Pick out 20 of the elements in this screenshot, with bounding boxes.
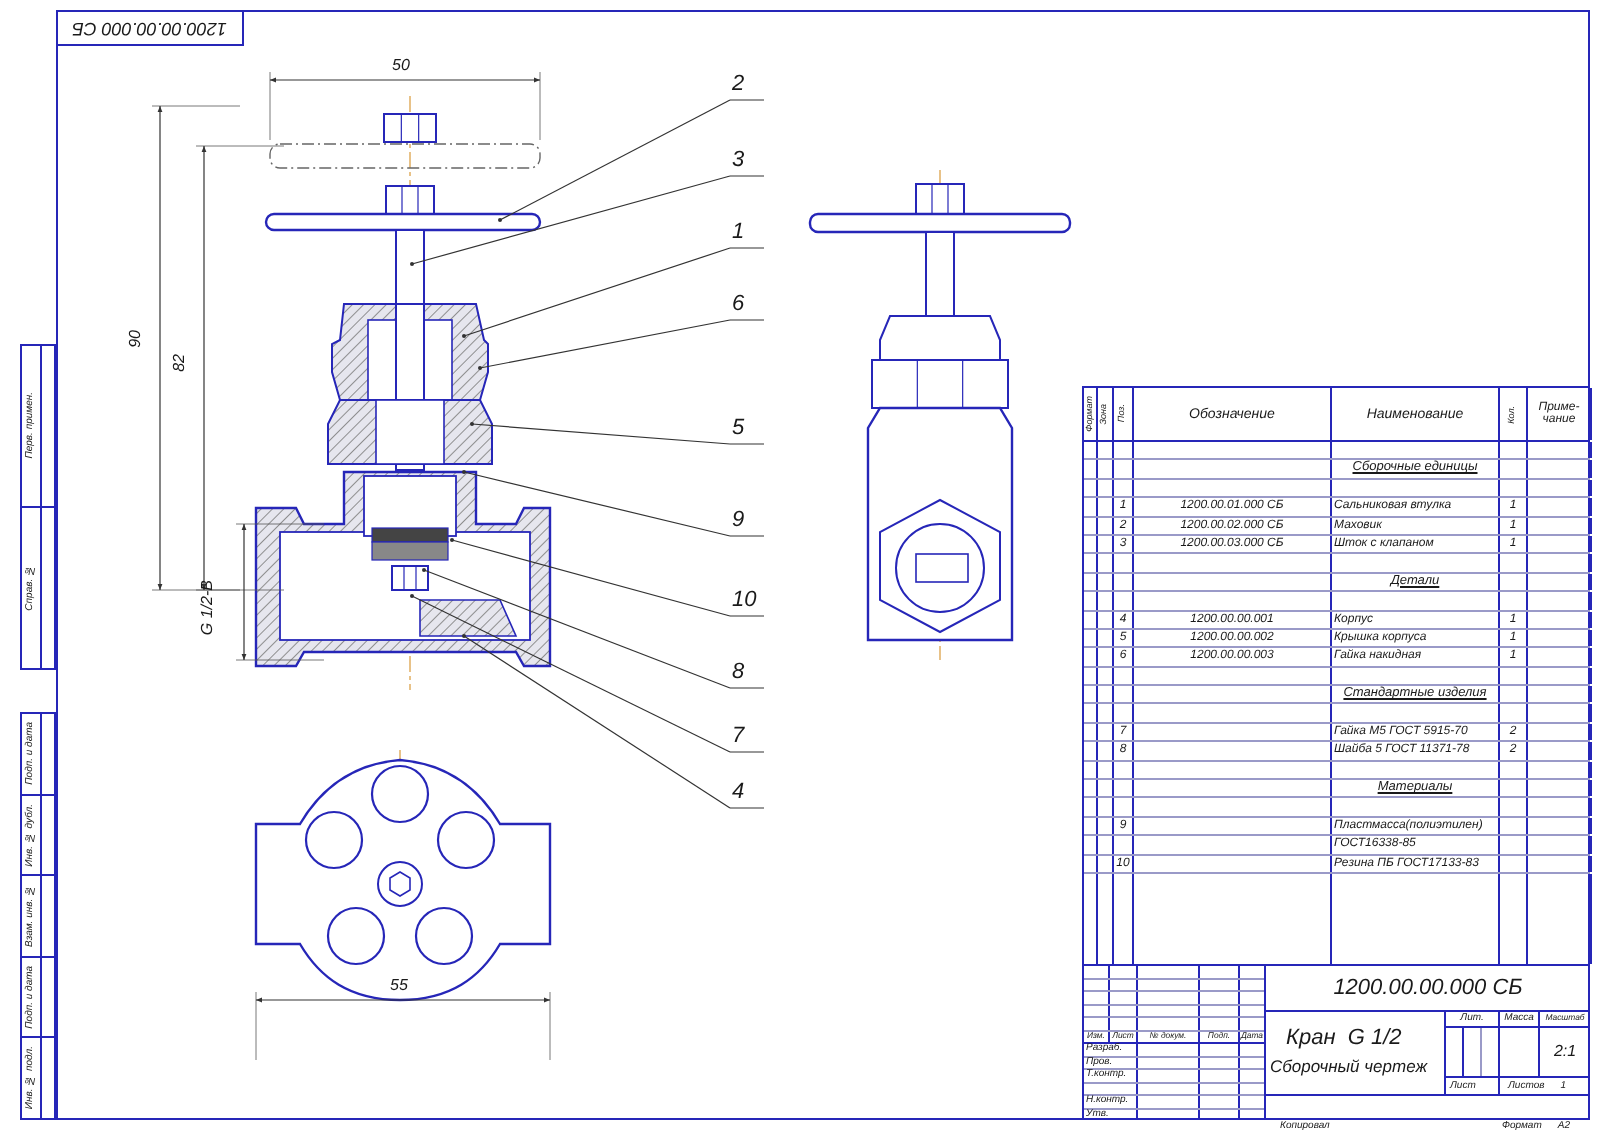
- callout-number: 3: [732, 150, 745, 172]
- callout-number: 9: [732, 510, 745, 532]
- dimension-value: G 1/2-В: [200, 580, 216, 636]
- callout-number: 10: [732, 590, 757, 612]
- callout-number: 6: [732, 294, 745, 316]
- stamp-number: 1200.00.00.000 СБ: [72, 17, 228, 42]
- callout-number: 2: [732, 74, 745, 96]
- dimension-value: 90: [128, 330, 144, 348]
- callout-number: 8: [732, 662, 745, 684]
- drawing-number: 1200.00.00.000 СБ: [1333, 977, 1523, 999]
- drawing-title: Кран G 1/2: [1286, 1028, 1404, 1050]
- callout-number: 7: [732, 726, 745, 748]
- dimension-value: 82: [172, 354, 188, 372]
- callout-number: 5: [732, 418, 745, 440]
- scale-value: 2:1: [1553, 1044, 1577, 1060]
- dimension-value: 50: [392, 58, 410, 74]
- callout-number: 1: [732, 222, 745, 244]
- drawing-subtitle: Сборочный чертеж: [1270, 1056, 1430, 1078]
- dimension-value: 55: [390, 978, 408, 994]
- callout-number: 4: [732, 782, 745, 804]
